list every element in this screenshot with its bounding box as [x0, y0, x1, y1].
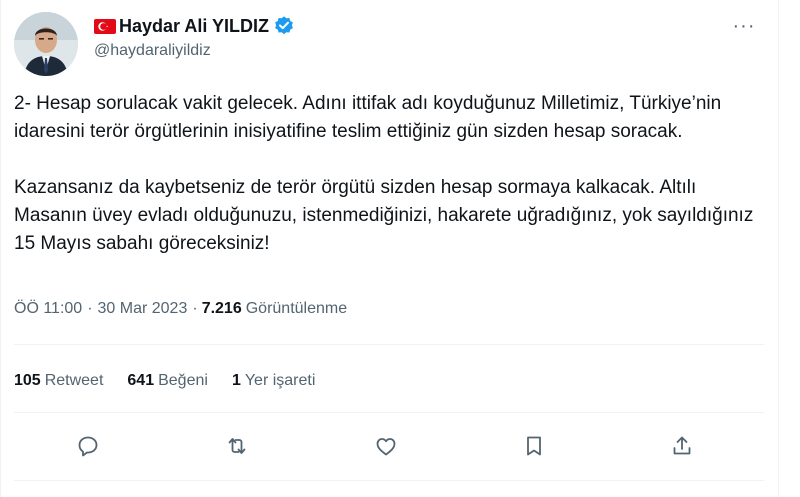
retweet-icon: [228, 438, 246, 454]
divider-middle: [14, 412, 764, 413]
share-icon: [673, 436, 691, 455]
engagement-stats: 105 Retweet 641 Beğeni 1 Yer işareti: [14, 372, 339, 390]
retweet-button[interactable]: [223, 432, 251, 460]
author-name-row[interactable]: Haydar Ali YILDIZ: [94, 14, 295, 38]
turkey-flag-icon: [94, 18, 116, 34]
action-bar: [14, 426, 764, 466]
author-handle[interactable]: @haydaraliyildiz: [94, 42, 211, 60]
verified-badge-icon: [275, 16, 293, 35]
left-border: [0, 0, 1, 497]
more-options-icon[interactable]: ···: [730, 14, 758, 38]
divider-top: [14, 344, 764, 345]
bookmark-button[interactable]: [520, 432, 548, 460]
divider-bottom: [14, 480, 764, 481]
meta-separator-2: ·: [192, 300, 198, 317]
views-count: 7.216: [201, 300, 242, 317]
tweet-meta: ÖÖ 11:00 · 30 Mar 2023 · 7.216 Görüntüle…: [14, 300, 347, 318]
bookmark-icon: [527, 436, 541, 456]
likes-stat[interactable]: 641 Beğeni: [127, 372, 208, 390]
right-border: [778, 0, 779, 497]
bookmarks-count: 1: [231, 372, 241, 389]
meta-separator: ·: [87, 300, 93, 317]
tweet-paragraph-2: Kazansanız da kaybetseniz de terör örgüt…: [14, 177, 754, 254]
reply-button[interactable]: [74, 432, 102, 460]
avatar[interactable]: [14, 12, 78, 76]
reply-icon: [78, 436, 98, 457]
likes-label: Beğeni: [158, 372, 208, 389]
tweet-paragraph-1: 2- Hesap sorulacak vakit gelecek. Adını …: [14, 93, 722, 142]
author-name[interactable]: Haydar Ali YILDIZ: [119, 16, 269, 37]
bookmarks-label: Yer işareti: [244, 372, 316, 389]
likes-count: 641: [127, 372, 155, 389]
retweets-label: Retweet: [44, 372, 104, 389]
like-button[interactable]: [372, 432, 400, 460]
tweet-text: 2- Hesap sorulacak vakit gelecek. Adını …: [14, 90, 774, 258]
retweets-count: 105: [14, 372, 41, 389]
like-icon: [376, 438, 396, 456]
retweets-stat[interactable]: 105 Retweet: [14, 372, 103, 390]
bookmarks-stat[interactable]: 1 Yer işareti: [232, 372, 315, 390]
tweet-date[interactable]: 30 Mar 2023: [98, 300, 188, 318]
views-label: Görüntülenme: [245, 300, 348, 317]
share-button[interactable]: [668, 432, 696, 460]
tweet-time[interactable]: ÖÖ 11:00: [14, 300, 82, 318]
avatar-image: [14, 12, 78, 76]
